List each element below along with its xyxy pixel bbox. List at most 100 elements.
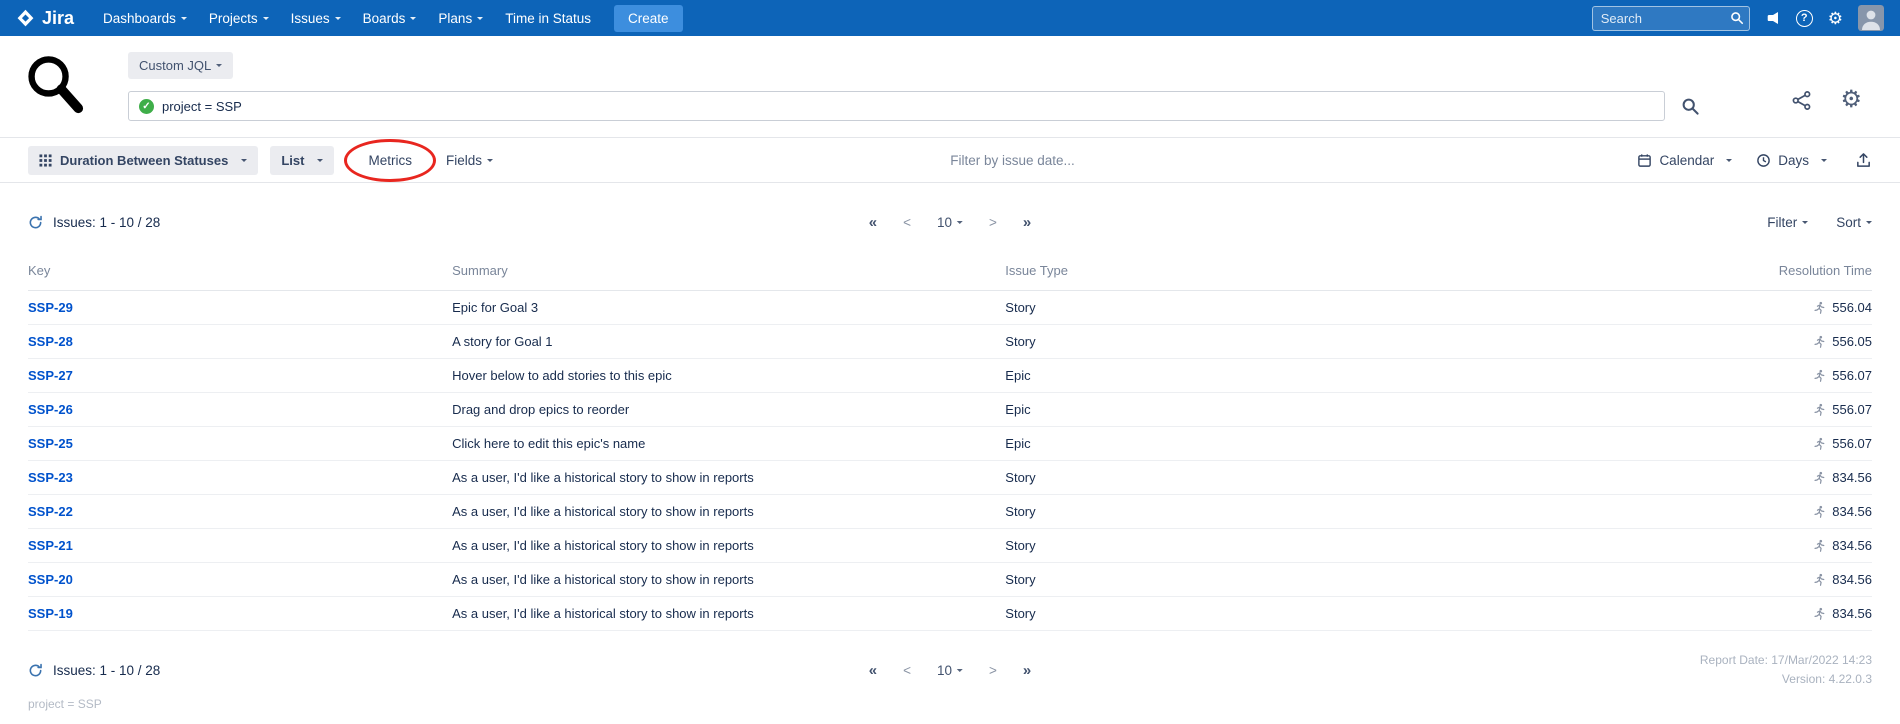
page-size-dropdown[interactable]: 10 [937, 215, 963, 230]
calendar-icon [1637, 153, 1652, 168]
resolution-time-value: 834.56 [1832, 606, 1872, 621]
resolution-time-value: 556.07 [1832, 368, 1872, 383]
issue-key-link[interactable]: SSP-19 [28, 606, 73, 621]
table-row: SSP-23 As a user, I'd like a historical … [28, 461, 1872, 495]
chevron-down-icon [1821, 159, 1827, 162]
chevron-down-icon [241, 159, 247, 162]
jql-input[interactable]: ✓ project = SSP [128, 91, 1665, 121]
column-header-resolution-time[interactable]: Resolution Time [1503, 257, 1872, 291]
bar-right: Filter Sort [1767, 215, 1872, 230]
report-date: Report Date: 17/Mar/2022 14:23 [1700, 651, 1872, 670]
fields-dropdown[interactable]: Fields [446, 153, 493, 168]
topnav-right: ? ⚙ [1592, 5, 1884, 31]
jql-search-button[interactable] [1681, 97, 1700, 116]
resolution-runner-icon [1813, 301, 1826, 314]
brand-text: Jira [42, 8, 74, 29]
issue-type: Story [1005, 529, 1503, 563]
issue-summary: Drag and drop epics to reorder [452, 393, 1005, 427]
time-unit-dropdown[interactable]: Days [1756, 153, 1827, 168]
avatar[interactable] [1858, 5, 1884, 31]
nav-item-label: Dashboards [103, 11, 176, 26]
nav-item-dashboards[interactable]: Dashboards [92, 11, 198, 26]
search-input[interactable] [1592, 6, 1750, 31]
chevron-down-icon [1802, 221, 1808, 224]
pagination-next-button[interactable]: > [989, 663, 997, 678]
resolution-runner-icon [1813, 539, 1826, 552]
jql-row: ✓ project = SSP [128, 91, 1700, 121]
share-icon[interactable] [1791, 90, 1812, 111]
resolution-runner-icon [1813, 437, 1826, 450]
topnav-items: Dashboards Projects Issues BoardsPlansTime … [92, 11, 602, 26]
nav-item-label: Issues [291, 11, 330, 26]
nav-item-issues[interactable]: Issues [280, 11, 352, 26]
issues-count-label: Issues: 1 - 10 / 28 [53, 215, 160, 230]
jql-valid-check-icon: ✓ [139, 99, 154, 114]
issue-key-link[interactable]: SSP-23 [28, 470, 73, 485]
resolution-runner-icon [1813, 403, 1826, 416]
chevron-down-icon [487, 159, 493, 162]
refresh-icon[interactable] [28, 215, 43, 230]
table-row: SSP-29 Epic for Goal 3 Story 556.04 [28, 291, 1872, 325]
sort-dropdown[interactable]: Sort [1836, 215, 1872, 230]
jql-echo: project = SSP [28, 697, 1872, 711]
create-button[interactable]: Create [614, 5, 683, 32]
announcement-icon[interactable] [1765, 10, 1781, 26]
gear-icon[interactable]: ⚙ [1828, 10, 1843, 27]
issue-summary: As a user, I'd like a historical story t… [452, 563, 1005, 597]
issue-key-link[interactable]: SSP-20 [28, 572, 73, 587]
help-icon[interactable]: ? [1796, 10, 1813, 27]
search-icon [1730, 11, 1744, 30]
pagination-prev-button[interactable]: < [903, 663, 911, 678]
settings-gear-icon[interactable]: ⚙ [1840, 88, 1862, 112]
resolution-runner-icon [1813, 573, 1826, 586]
list-view-dropdown[interactable]: List [270, 146, 334, 175]
issue-key-link[interactable]: SSP-28 [28, 334, 73, 349]
header-actions: ⚙ [1791, 88, 1862, 112]
issue-type: Story [1005, 291, 1503, 325]
issue-key-link[interactable]: SSP-21 [28, 538, 73, 553]
issue-key-link[interactable]: SSP-29 [28, 300, 73, 315]
issue-key-link[interactable]: SSP-25 [28, 436, 73, 451]
column-header-summary[interactable]: Summary [452, 257, 1005, 291]
table-row: SSP-19 As a user, I'd like a historical … [28, 597, 1872, 631]
column-header-issue-type[interactable]: Issue Type [1005, 257, 1503, 291]
page-size-dropdown[interactable]: 10 [937, 663, 963, 678]
pagination-last-button[interactable]: » [1023, 662, 1031, 679]
resolution-time-value: 556.05 [1832, 334, 1872, 349]
jira-logo[interactable]: Jira [16, 8, 74, 29]
nav-item-projects[interactable]: Projects [198, 11, 280, 26]
column-header-key[interactable]: Key [28, 257, 452, 291]
issue-summary: As a user, I'd like a historical story t… [452, 597, 1005, 631]
custom-jql-dropdown[interactable]: Custom JQL [128, 52, 233, 79]
metrics-label: Metrics [368, 153, 412, 168]
pagination-first-button[interactable]: « [869, 662, 877, 679]
issue-key-link[interactable]: SSP-26 [28, 402, 73, 417]
issue-key-link[interactable]: SSP-27 [28, 368, 73, 383]
table-row: SSP-28 A story for Goal 1 Story 556.05 [28, 325, 1872, 359]
chevron-down-icon [1866, 221, 1872, 224]
pagination-next-button[interactable]: > [989, 215, 997, 230]
issue-summary: As a user, I'd like a historical story t… [452, 495, 1005, 529]
refresh-icon[interactable] [28, 663, 43, 678]
list-label: List [281, 153, 304, 168]
issue-date-filter-input[interactable] [950, 153, 1180, 168]
issue-key-link[interactable]: SSP-22 [28, 504, 73, 519]
nav-item-time-in-status[interactable]: Time in Status [494, 11, 602, 26]
metrics-tab[interactable]: Metrics [368, 153, 412, 168]
pagination-first-button[interactable]: « [869, 214, 877, 231]
export-icon[interactable] [1855, 152, 1872, 169]
chevron-down-icon [477, 17, 483, 20]
pagination-prev-button[interactable]: < [903, 215, 911, 230]
chevron-down-icon [957, 221, 963, 224]
calendar-dropdown[interactable]: Calendar [1637, 153, 1732, 168]
nav-item-label: Projects [209, 11, 258, 26]
filter-dropdown[interactable]: Filter [1767, 215, 1808, 230]
nav-item-plans[interactable]: Plans [427, 11, 494, 26]
table-row: SSP-20 As a user, I'd like a historical … [28, 563, 1872, 597]
nav-item-boards[interactable]: Boards [352, 11, 428, 26]
pagination-last-button[interactable]: » [1023, 214, 1031, 231]
filter-label: Filter [1767, 215, 1797, 230]
table-row: SSP-26 Drag and drop epics to reorder Ep… [28, 393, 1872, 427]
chevron-down-icon [181, 17, 187, 20]
view-selector-dropdown[interactable]: Duration Between Statuses [28, 146, 258, 175]
